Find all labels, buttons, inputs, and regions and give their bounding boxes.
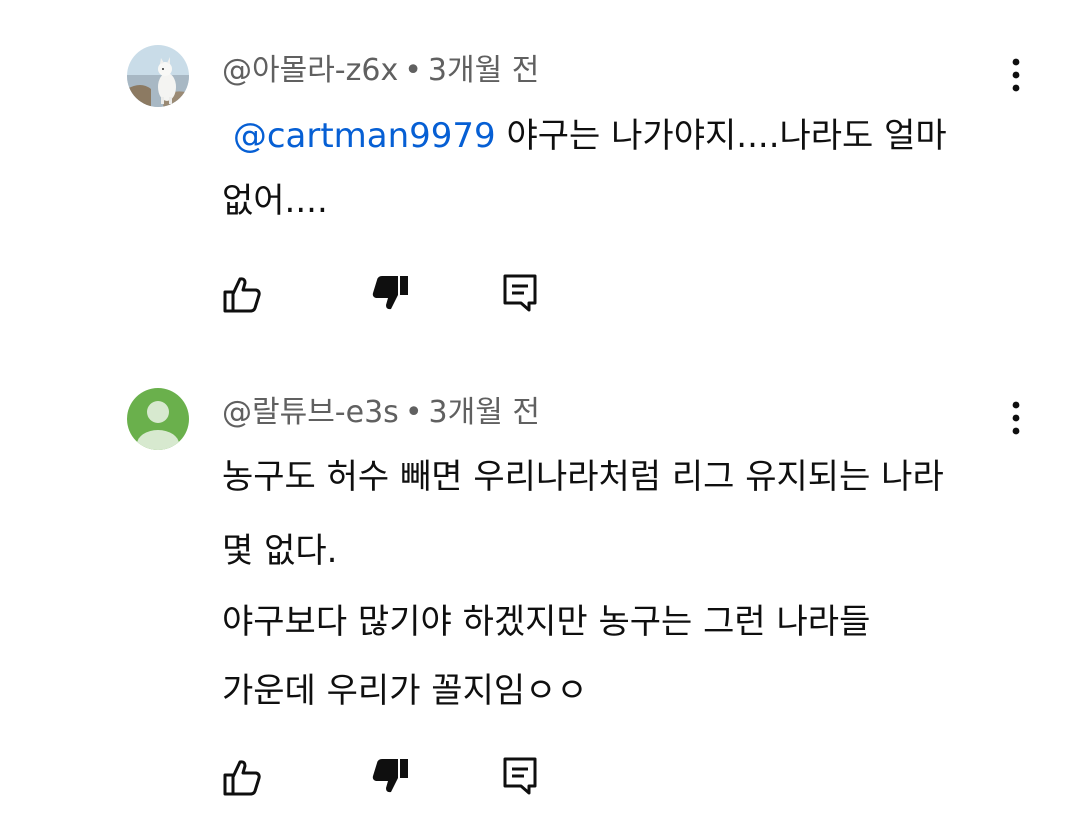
dog-photo-avatar-icon xyxy=(127,45,189,107)
like-button[interactable] xyxy=(220,272,264,316)
comment-line: 가운데 우리가 꼴지임ㅇㅇ xyxy=(222,671,588,711)
comment-author[interactable]: @아몰라-z6x xyxy=(222,53,398,88)
comment-text: @cartman9979 야구는 나가야지....나라도 얼마 없어.... xyxy=(222,112,1012,225)
meta-separator: • xyxy=(404,395,423,430)
reply-button[interactable] xyxy=(498,270,542,314)
comment-menu-button[interactable] xyxy=(1001,395,1031,441)
dislike-icon xyxy=(372,276,408,310)
meta-separator: • xyxy=(404,53,422,88)
avatar[interactable] xyxy=(127,388,189,450)
default-person-avatar-icon xyxy=(127,388,189,450)
like-button[interactable] xyxy=(220,755,264,799)
comment-line: 없어.... xyxy=(222,181,328,221)
comment-line: 농구도 허수 빼면 우리나라처럼 리그 유지되는 나라 xyxy=(222,457,944,497)
comment-line: @cartman9979 야구는 나가야지....나라도 얼마 xyxy=(222,112,1012,160)
dislike-icon xyxy=(372,759,408,793)
more-vert-icon xyxy=(1012,401,1020,435)
dislike-button[interactable] xyxy=(368,753,412,797)
reply-button[interactable] xyxy=(498,753,542,797)
like-icon xyxy=(223,760,261,796)
comment-meta: @아몰라-z6x • 3개월 전 xyxy=(222,51,539,91)
reply-icon xyxy=(503,274,537,312)
comment-author[interactable]: @랄튜브-e3s xyxy=(222,395,399,430)
dislike-button[interactable] xyxy=(368,270,412,314)
comment-time[interactable]: 3개월 전 xyxy=(428,53,539,88)
comment-time[interactable]: 3개월 전 xyxy=(429,395,540,430)
mention-link[interactable]: @cartman9979 xyxy=(233,116,496,156)
comment-menu-button[interactable] xyxy=(1001,52,1031,98)
comment-meta: @랄튜브-e3s • 3개월 전 xyxy=(222,393,540,433)
comment-line: 몇 없다. xyxy=(222,531,338,571)
avatar[interactable] xyxy=(127,45,189,107)
more-vert-icon xyxy=(1012,58,1020,92)
like-icon xyxy=(223,277,261,313)
comment-text: 농구도 허수 빼면 우리나라처럼 리그 유지되는 나라 몇 없다. 야구보다 많… xyxy=(222,455,1012,713)
comment-line-text: 야구는 나가야지....나라도 얼마 xyxy=(506,116,947,156)
comment-line: 야구보다 많기야 하겠지만 농구는 그런 나라들 xyxy=(222,602,871,642)
reply-icon xyxy=(503,757,537,795)
